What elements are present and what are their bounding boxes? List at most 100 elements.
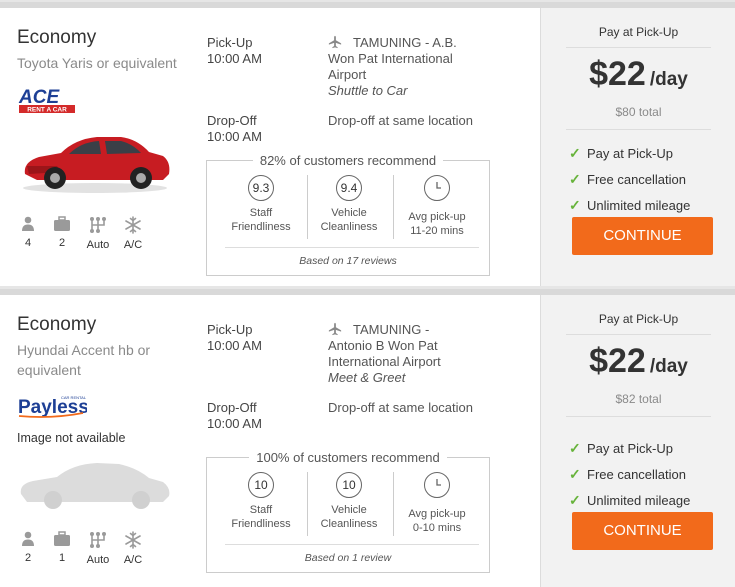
divider: [225, 544, 479, 545]
pickup-location-line: Won Pat International: [328, 51, 453, 66]
feature-ac: A/C: [118, 531, 148, 566]
image-unavailable-text: Image not available: [17, 431, 126, 445]
pickup-info: Pick-Up 10:00 AM: [207, 35, 262, 67]
pickup-location: TAMUNING - A.B. Won Pat International Ai…: [328, 35, 493, 99]
divider: [393, 472, 394, 536]
recommend-box: 100% of customers recommend 10 Staff Frie…: [206, 450, 490, 573]
daily-price: $22/day: [541, 342, 735, 381]
benefit-item: ✓ Pay at Pick-Up: [569, 145, 673, 161]
airplane-icon: [328, 322, 342, 336]
pay-option: Pay at Pick-Up: [566, 25, 711, 48]
benefit-item: ✓ Unlimited mileage: [569, 197, 691, 213]
staff-score: 9.3: [248, 175, 274, 201]
pickup-service: Shuttle to Car: [328, 83, 408, 98]
continue-button[interactable]: CONTINUE: [572, 512, 713, 550]
pickup-location-line: Antonio B Won Pat: [328, 338, 438, 353]
pay-option: Pay at Pick-Up: [566, 312, 711, 335]
pickup-time: 10:00 AM: [207, 51, 262, 66]
feature-value: A/C: [123, 554, 143, 566]
metric-label: Vehicle: [331, 207, 367, 219]
divider: [225, 247, 479, 248]
metric-label: Avg pick-up: [408, 211, 466, 223]
car-category: Economy: [17, 27, 97, 48]
benefit-item: ✓ Free cancellation: [569, 171, 686, 187]
check-icon: ✓: [569, 440, 581, 456]
dropoff-location: Drop-off at same location: [328, 113, 473, 128]
metric-label: 0-10 mins: [412, 522, 462, 534]
dropoff-label: Drop-Off: [207, 400, 257, 415]
divider: [393, 175, 394, 239]
dropoff-time: 10:00 AM: [207, 129, 262, 144]
price-unit: /day: [649, 356, 688, 377]
dropoff-label: Drop-Off: [207, 113, 257, 128]
car-details: Economy Toyota Yaris or equivalent ACE R…: [0, 8, 540, 286]
car-model: Toyota Yaris or equivalent: [17, 55, 177, 71]
airplane-icon: [328, 35, 342, 49]
price-unit: /day: [649, 69, 688, 90]
staff-score: 10: [248, 472, 274, 498]
benefit-item: ✓ Free cancellation: [569, 466, 686, 482]
car-placeholder: [20, 463, 170, 509]
dropoff-location: Drop-off at same location: [328, 400, 473, 415]
total-price: $82 total: [566, 392, 711, 417]
feature-transmission: Auto: [83, 531, 113, 566]
benefit-item: ✓ Pay at Pick-Up: [569, 440, 673, 456]
check-icon: ✓: [569, 145, 581, 161]
benefit-item: ✓ Unlimited mileage: [569, 492, 691, 508]
gearshift-icon: [90, 217, 106, 233]
feature-value: Auto: [86, 239, 110, 251]
check-icon: ✓: [569, 466, 581, 482]
daily-price: $22/day: [541, 55, 735, 94]
metric-label: Avg pick-up: [408, 508, 466, 520]
feature-transmission: Auto: [83, 216, 113, 251]
metric-label: Cleanliness: [320, 518, 378, 530]
car-result-card: Economy Hyundai Accent hb or equivalent …: [0, 289, 735, 587]
pickup-info: Pick-Up 10:00 AM: [207, 322, 262, 354]
price-amount: $22: [589, 342, 646, 380]
svg-text:CAR RENTAL: CAR RENTAL: [61, 395, 87, 400]
person-icon: [22, 216, 34, 231]
check-icon: ✓: [569, 492, 581, 508]
gearshift-icon: [90, 532, 106, 548]
total-price: $80 total: [566, 105, 711, 130]
review-count: Based on 17 reviews: [299, 255, 397, 267]
recommend-box: 82% of customers recommend 9.3 Staff Frie…: [206, 153, 490, 276]
metric-vehicle: 9.4 Vehicle Cleanliness: [307, 175, 391, 234]
pickup-location-line: TAMUNING -: [353, 322, 430, 337]
check-icon: ✓: [569, 171, 581, 187]
check-icon: ✓: [569, 197, 581, 213]
metric-pickup-time: Avg pick-up 0-10 mins: [395, 472, 479, 535]
car-details: Economy Hyundai Accent hb or equivalent …: [0, 295, 540, 587]
feature-value: 1: [58, 552, 66, 564]
dropoff-info: Drop-Off 10:00 AM: [207, 113, 262, 145]
pickup-time: 10:00 AM: [207, 338, 262, 353]
metric-label: Friendliness: [231, 221, 291, 233]
suitcase-icon: [54, 216, 70, 231]
pickup-service: Meet & Greet: [328, 370, 406, 385]
pickup-location-line: TAMUNING - A.B.: [353, 35, 457, 50]
metric-label: Cleanliness: [320, 221, 378, 233]
metric-label: Staff: [249, 207, 273, 219]
pickup-location: TAMUNING - Antonio B Won Pat Internation…: [328, 322, 493, 386]
recommend-title: 100% of customers recommend: [249, 450, 447, 465]
price-amount: $22: [589, 55, 646, 93]
metric-staff: 9.3 Staff Friendliness: [219, 175, 303, 234]
snowflake-icon: [125, 531, 141, 549]
metric-pickup-time: Avg pick-up 11-20 mins: [395, 175, 479, 238]
feature-value: A/C: [123, 239, 143, 251]
dropoff-info: Drop-Off 10:00 AM: [207, 400, 262, 432]
feature-value: 2: [24, 552, 32, 564]
snowflake-icon: [125, 216, 141, 234]
pickup-label: Pick-Up: [207, 35, 253, 50]
vehicle-score: 10: [336, 472, 362, 498]
metric-staff: 10 Staff Friendliness: [219, 472, 303, 531]
feature-passengers: 2: [13, 531, 43, 564]
feature-luggage: 1: [47, 531, 77, 564]
feature-passengers: 4: [13, 216, 43, 249]
clock-icon: [424, 175, 450, 201]
metric-vehicle: 10 Vehicle Cleanliness: [307, 472, 391, 531]
price-panel: Pay at Pick-Up $22/day $80 total ✓ Pay at…: [540, 8, 735, 286]
recommend-title: 82% of customers recommend: [252, 153, 444, 168]
continue-button[interactable]: CONTINUE: [572, 217, 713, 255]
metric-label: Friendliness: [231, 518, 291, 530]
